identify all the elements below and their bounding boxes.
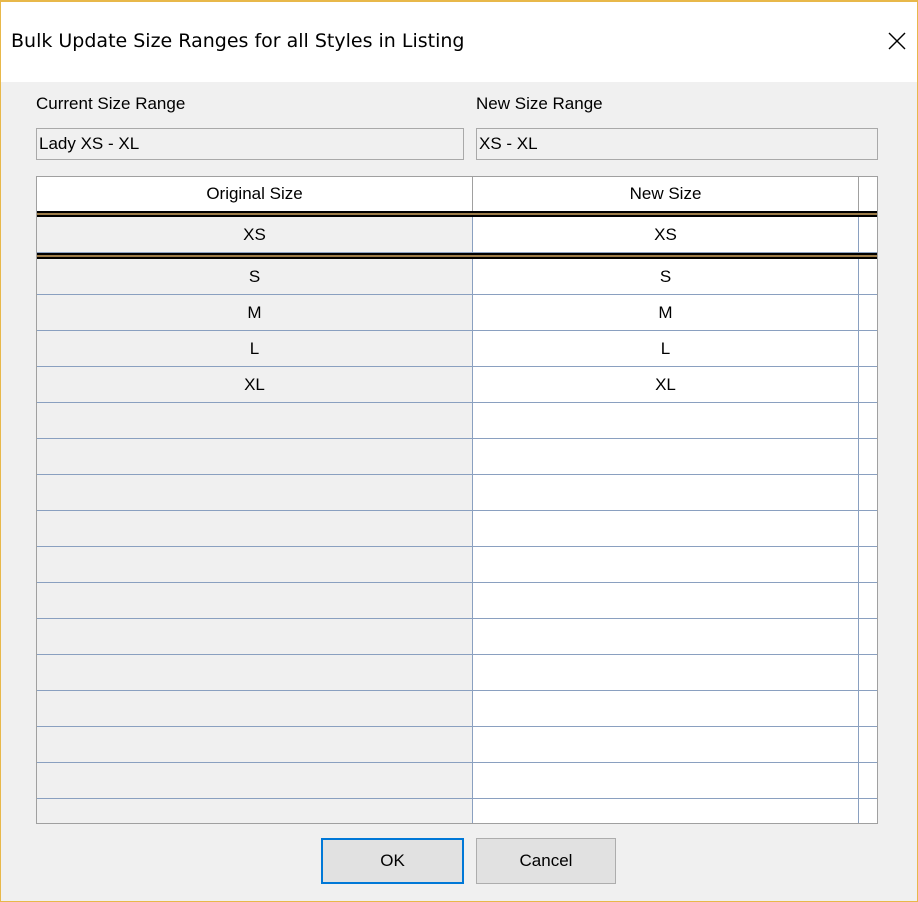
new-size-cell[interactable] <box>473 547 859 583</box>
new-size-cell[interactable] <box>473 763 859 799</box>
table-row[interactable] <box>37 763 877 799</box>
column-header-extra <box>859 177 877 211</box>
original-size-cell[interactable] <box>37 403 473 439</box>
table-row[interactable] <box>37 439 877 475</box>
original-size-cell[interactable] <box>37 475 473 511</box>
extra-cell <box>859 727 877 763</box>
original-size-cell[interactable]: S <box>37 259 473 295</box>
extra-cell <box>859 295 877 331</box>
table-row[interactable] <box>37 655 877 691</box>
extra-cell <box>859 655 877 691</box>
table-row[interactable] <box>37 583 877 619</box>
original-size-cell[interactable]: L <box>37 331 473 367</box>
column-header-original-size[interactable]: Original Size <box>37 177 473 211</box>
new-size-cell[interactable] <box>473 655 859 691</box>
extra-cell <box>859 475 877 511</box>
new-size-cell[interactable] <box>473 619 859 655</box>
table-row[interactable] <box>37 475 877 511</box>
extra-cell <box>859 619 877 655</box>
extra-cell <box>859 367 877 403</box>
table-row[interactable] <box>37 403 877 439</box>
current-size-range-field: Lady XS - XL <box>36 128 464 160</box>
new-size-range-field: XS - XL <box>476 128 878 160</box>
extra-cell <box>859 259 877 295</box>
ok-button[interactable]: OK <box>321 838 464 884</box>
new-size-cell[interactable] <box>473 727 859 763</box>
original-size-cell[interactable] <box>37 619 473 655</box>
new-size-cell[interactable]: S <box>473 259 859 295</box>
extra-cell <box>859 799 877 823</box>
column-header-new-size[interactable]: New Size <box>473 177 859 211</box>
original-size-cell[interactable] <box>37 547 473 583</box>
bulk-update-dialog: Bulk Update Size Ranges for all Styles i… <box>0 0 918 902</box>
extra-cell <box>859 217 877 253</box>
table-row[interactable] <box>37 547 877 583</box>
original-size-cell[interactable] <box>37 727 473 763</box>
table-row[interactable] <box>37 727 877 763</box>
close-button[interactable] <box>877 20 917 62</box>
original-size-cell[interactable]: XL <box>37 367 473 403</box>
extra-cell <box>859 691 877 727</box>
original-size-cell[interactable] <box>37 763 473 799</box>
table-row[interactable]: MM <box>37 295 877 331</box>
extra-cell <box>859 511 877 547</box>
extra-cell <box>859 583 877 619</box>
extra-cell <box>859 403 877 439</box>
size-mapping-grid[interactable]: Original Size New Size XS XS S S M M L L XL XL <box>36 176 878 824</box>
table-row[interactable] <box>37 619 877 655</box>
new-size-cell[interactable] <box>473 799 859 823</box>
original-size-cell[interactable] <box>37 583 473 619</box>
table-row[interactable] <box>37 511 877 547</box>
grid-header: Original Size New Size <box>37 177 877 211</box>
table-row[interactable] <box>37 691 877 727</box>
new-size-cell[interactable] <box>473 403 859 439</box>
new-size-cell[interactable] <box>473 475 859 511</box>
original-size-cell[interactable]: XS <box>37 217 473 253</box>
new-size-cell[interactable]: XL <box>473 367 859 403</box>
new-size-cell[interactable]: L <box>473 331 859 367</box>
new-size-cell[interactable] <box>473 691 859 727</box>
table-row[interactable]: SS <box>37 259 877 295</box>
new-size-cell[interactable]: XS <box>473 217 859 253</box>
new-size-cell[interactable]: M <box>473 295 859 331</box>
cancel-button[interactable]: Cancel <box>476 838 616 884</box>
original-size-cell[interactable] <box>37 799 473 823</box>
extra-cell <box>859 763 877 799</box>
original-size-cell[interactable]: M <box>37 295 473 331</box>
original-size-cell[interactable] <box>37 655 473 691</box>
title-bar[interactable]: Bulk Update Size Ranges for all Styles i… <box>1 2 917 82</box>
extra-cell <box>859 331 877 367</box>
close-icon <box>888 32 906 50</box>
table-row[interactable]: LL <box>37 331 877 367</box>
original-size-cell[interactable] <box>37 691 473 727</box>
window-title: Bulk Update Size Ranges for all Styles i… <box>11 30 465 52</box>
new-size-range-label: New Size Range <box>476 94 603 113</box>
table-row-selected[interactable]: XS XS <box>37 217 877 253</box>
extra-cell <box>859 547 877 583</box>
original-size-cell[interactable] <box>37 439 473 475</box>
new-size-cell[interactable] <box>473 439 859 475</box>
current-size-range-label: Current Size Range <box>36 94 186 113</box>
extra-cell <box>859 439 877 475</box>
new-size-cell[interactable] <box>473 511 859 547</box>
original-size-cell[interactable] <box>37 511 473 547</box>
table-row[interactable] <box>37 799 877 823</box>
new-size-cell[interactable] <box>473 583 859 619</box>
table-row[interactable]: XL XL <box>37 367 877 403</box>
